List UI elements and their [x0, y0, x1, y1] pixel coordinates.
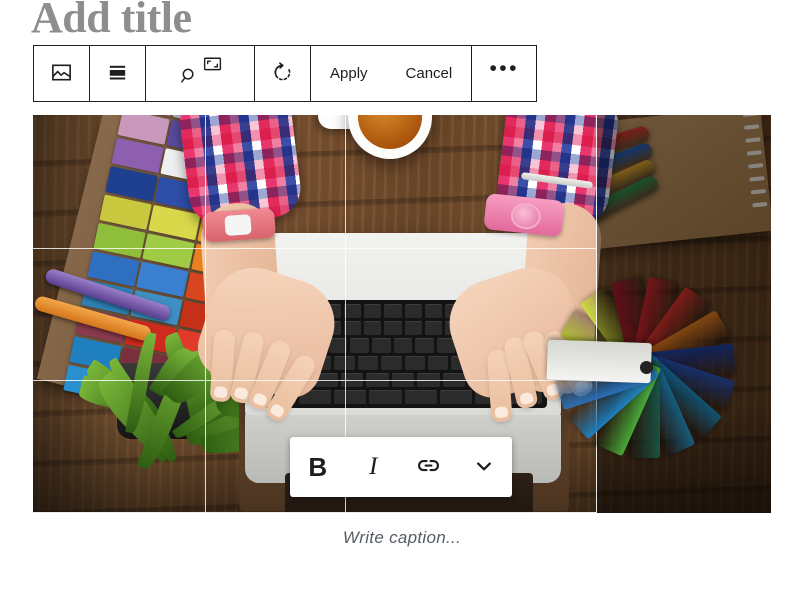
- keyboard-key: [334, 389, 367, 405]
- keyboard-key: [366, 372, 389, 387]
- toolbar-group-crop: [146, 46, 255, 101]
- keyboard-key: [404, 304, 422, 319]
- keyboard-key: [340, 372, 364, 387]
- keyboard-key: [344, 321, 362, 336]
- keyboard-key: [369, 389, 402, 405]
- apply-button[interactable]: Apply: [311, 46, 387, 101]
- link-icon: [415, 452, 442, 482]
- keyboard-key: [350, 338, 370, 353]
- keyboard-key: [442, 372, 466, 387]
- toolbar-group-actions: Apply Cancel: [311, 46, 473, 101]
- chevron-down-icon: [471, 453, 497, 482]
- more-options-button[interactable]: •••: [472, 46, 536, 101]
- keyboard-key: [404, 355, 425, 370]
- keyboard-key: [384, 304, 402, 319]
- rotate-icon: [271, 61, 294, 87]
- toolbar-group-rotate: [255, 46, 311, 101]
- aspect-ratio-icon: [202, 53, 223, 77]
- keyboard-key: [391, 372, 415, 387]
- toolbar-group-align: [90, 46, 146, 101]
- left-wrist-band-clasp: [224, 214, 252, 236]
- keyboard-key: [364, 321, 382, 336]
- fan-pivot: [640, 361, 653, 374]
- cancel-button[interactable]: Cancel: [387, 46, 472, 101]
- italic-button[interactable]: I: [346, 437, 402, 497]
- toolbar-group-block-type: [34, 46, 90, 101]
- crop-button[interactable]: [146, 46, 254, 101]
- left-wrist-band: [202, 207, 276, 243]
- fingernail: [268, 402, 286, 419]
- rotate-button[interactable]: [255, 46, 310, 101]
- post-title-placeholder[interactable]: Add title: [31, 0, 192, 44]
- editor-canvas: Add title Apply Cancel ••• B I Write cap…: [0, 0, 808, 598]
- keyboard-key: [404, 389, 437, 405]
- coffee-liquid: [358, 115, 422, 149]
- block-toolbar[interactable]: Apply Cancel •••: [33, 45, 538, 102]
- bold-button[interactable]: B: [290, 437, 346, 497]
- link-button[interactable]: [401, 437, 457, 497]
- keyboard-key: [364, 304, 382, 319]
- align-center-icon: [106, 61, 129, 87]
- keyboard-key: [393, 338, 413, 353]
- image-icon: [50, 61, 73, 87]
- keyboard-key: [344, 304, 362, 319]
- keyboard-key: [424, 321, 442, 336]
- keyboard-key: [372, 338, 391, 353]
- color-swatch-fan: [546, 275, 737, 460]
- fan-blade-white: [546, 339, 652, 384]
- right-watch-face: [509, 201, 543, 231]
- keyboard-key: [381, 355, 402, 370]
- toolbar-group-more: •••: [472, 46, 536, 101]
- keyboard-key: [427, 355, 449, 370]
- image-block-type-button[interactable]: [34, 46, 89, 101]
- align-button[interactable]: [90, 46, 145, 101]
- keyboard-key: [417, 372, 440, 387]
- inline-format-toolbar[interactable]: B I: [290, 437, 512, 497]
- fingernail: [518, 391, 535, 406]
- keyboard-key: [415, 338, 434, 353]
- keyboard-key: [357, 355, 379, 370]
- fingernail: [233, 386, 249, 401]
- keyboard-key: [384, 321, 402, 336]
- fingernail: [494, 406, 509, 419]
- more-formats-button[interactable]: [457, 437, 513, 497]
- zoom-icon: [178, 65, 200, 90]
- keyboard-key: [404, 321, 422, 336]
- keyboard-key: [334, 355, 355, 370]
- fingernail: [213, 386, 228, 399]
- keyboard-key: [328, 338, 348, 353]
- keyboard-key: [439, 389, 472, 405]
- keyboard-key: [424, 304, 442, 319]
- caption-placeholder[interactable]: Write caption...: [33, 528, 771, 548]
- fingernail: [252, 391, 269, 407]
